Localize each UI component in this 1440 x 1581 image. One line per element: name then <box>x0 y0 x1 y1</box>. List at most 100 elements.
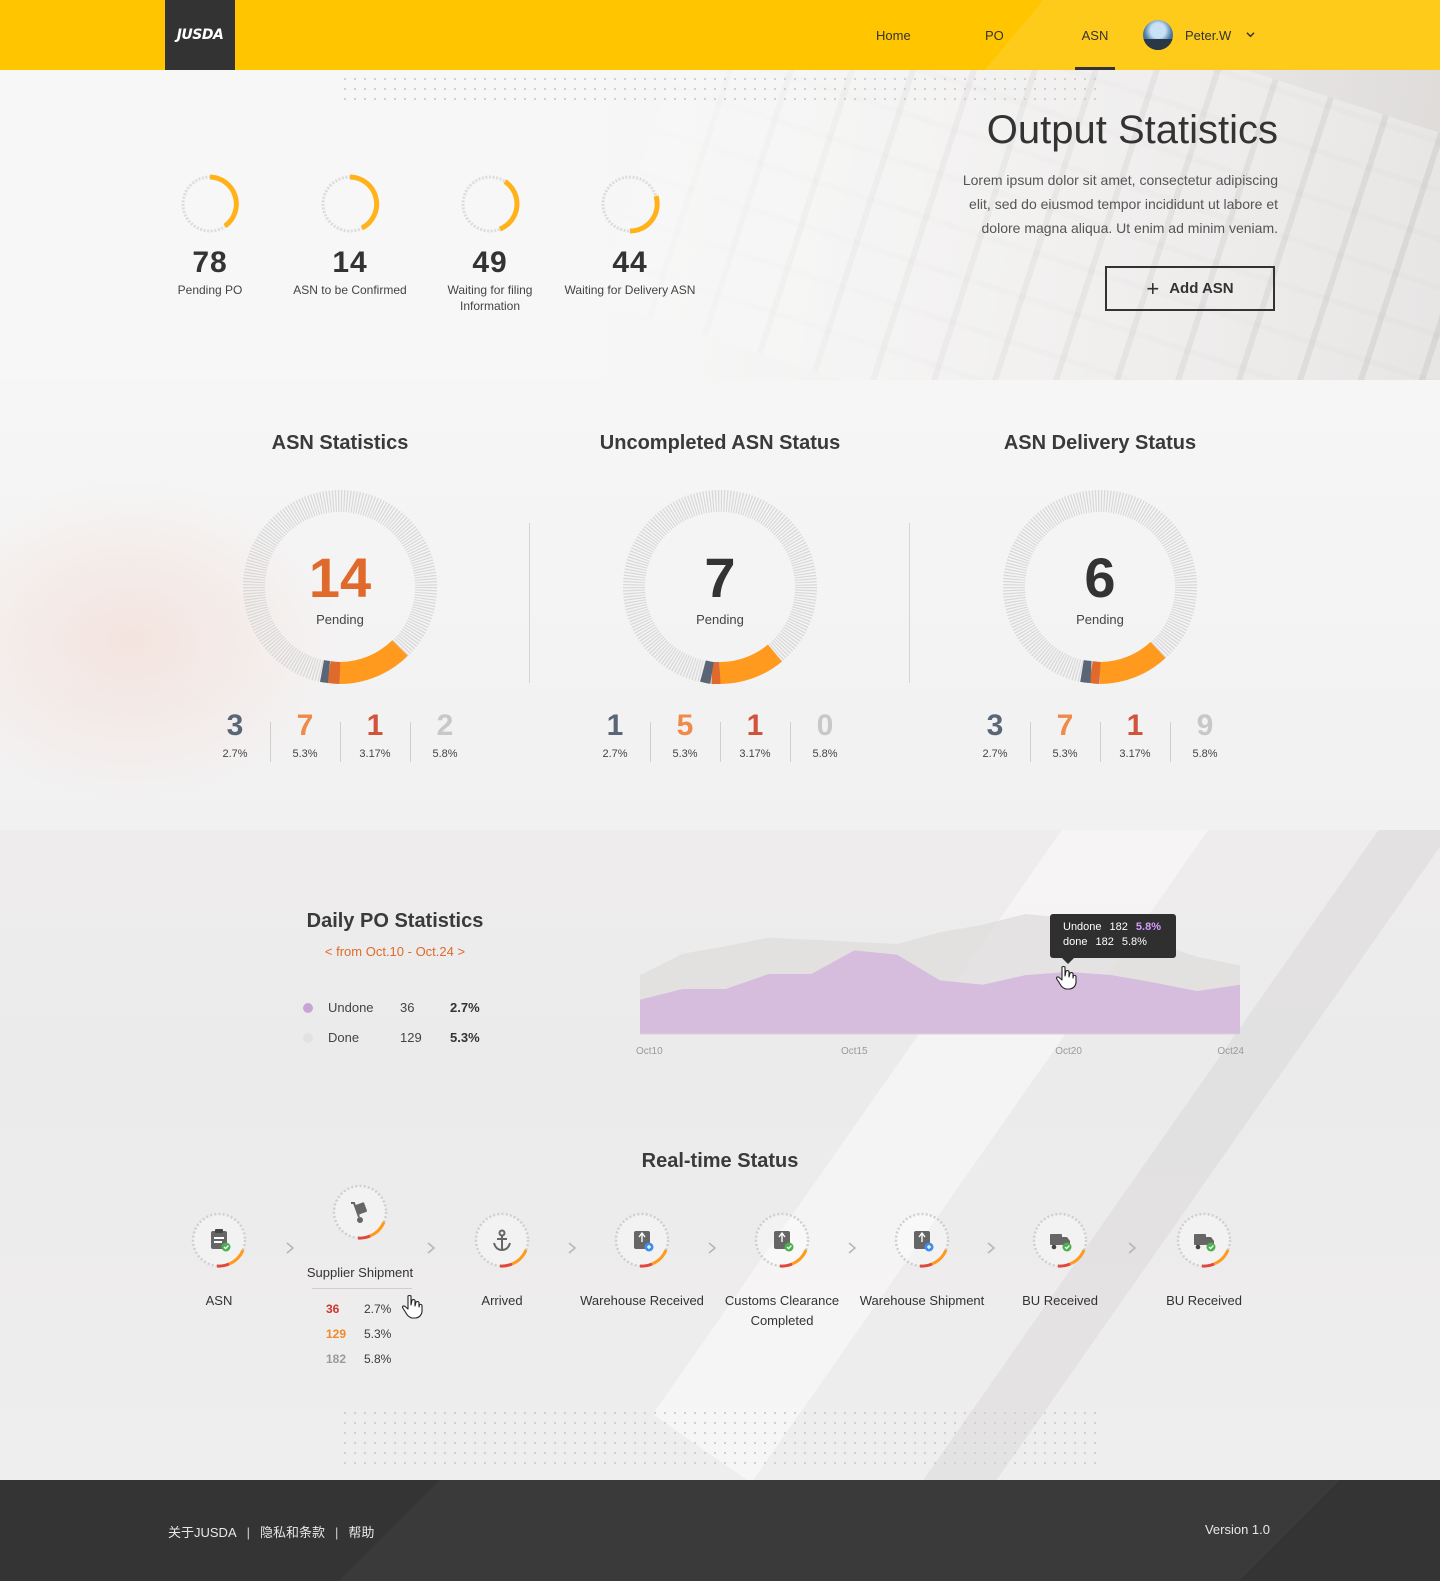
customs-cleared-icon <box>754 1212 810 1268</box>
step-label: Supplier Shipment <box>280 1263 440 1283</box>
kpi-value: 49 <box>472 246 508 279</box>
footer: 关于JUSDA | 隐私和条款 | 帮助 Version 1.0 <box>0 1480 1440 1581</box>
footer-stripe <box>260 1480 1360 1581</box>
warehouse-received-icon <box>614 1212 670 1268</box>
hero-section: 78 Pending PO 14 ASN to be Confirmed 49 … <box>0 70 1440 380</box>
sub-stat: 1 3.17% <box>1100 709 1170 761</box>
nav-home[interactable]: Home <box>876 0 911 70</box>
legend-count: 129 <box>400 1030 422 1045</box>
step-label-text: BU Received <box>1166 1293 1242 1308</box>
legend-name: Undone <box>328 1000 374 1015</box>
avatar[interactable] <box>1143 20 1173 50</box>
chart-tooltip: Undone 182 5.8% done 182 5.8% <box>1050 914 1176 964</box>
sub-stat: 9 5.8% <box>1170 710 1240 761</box>
nav-po[interactable]: PO <box>985 0 1004 70</box>
detail-row: 182 5.8% <box>326 1347 391 1372</box>
kpi-pending-po[interactable]: 78 Pending PO <box>140 174 280 298</box>
step-label: BU Received <box>1124 1291 1284 1311</box>
step-warehouse-shipment[interactable] <box>892 1210 952 1275</box>
sub-value: 3 <box>226 709 244 742</box>
sub-percent: 3.17% <box>359 748 391 760</box>
footer-link-about[interactable]: 关于JUSDA <box>168 1525 237 1540</box>
detail-count: 182 <box>326 1352 347 1366</box>
step-bu-received[interactable] <box>1174 1210 1234 1275</box>
sub-value: 1 <box>1126 709 1144 742</box>
detail-row: 129 5.3% <box>326 1322 391 1347</box>
legend-percent: 5.3% <box>450 1030 480 1045</box>
chevron-right-icon <box>427 1242 436 1254</box>
kpi-label: ASN to be Confirmed <box>293 283 407 297</box>
step-label-text: Warehouse Received <box>580 1293 704 1308</box>
kpi-asn-to-confirm[interactable]: 14 ASN to be Confirmed <box>280 174 420 298</box>
chevron-right-icon <box>286 1242 294 1254</box>
clipboard-check-icon <box>191 1212 247 1268</box>
sub-percent: 2.7% <box>222 748 248 760</box>
footer-link-help[interactable]: 帮助 <box>348 1525 374 1540</box>
chevron-down-icon[interactable] <box>1246 30 1255 39</box>
sub-stat: 7 5.3% <box>1030 709 1100 761</box>
kpi-ring <box>461 175 520 233</box>
sub-stat: 7 5.3% <box>270 710 340 761</box>
sub-value: 3 <box>986 709 1004 742</box>
detail-percent: 2.7% <box>364 1302 392 1316</box>
kpi-value: 14 <box>332 246 368 279</box>
step-arrived[interactable] <box>472 1210 532 1275</box>
legend-name: Done <box>328 1030 360 1045</box>
jusda-logo[interactable]: JUSDA <box>165 0 235 70</box>
tooltip-percent: 5.8% <box>1135 921 1161 933</box>
sub-percent: 2.7% <box>602 748 628 760</box>
tooltip-label: done <box>1063 936 1088 948</box>
step-supplier-shipment[interactable] <box>330 1182 390 1247</box>
page-title: Output Statistics <box>986 108 1278 152</box>
user-name[interactable]: Peter.W <box>1185 28 1231 43</box>
sub-percent: 2.7% <box>982 748 1008 760</box>
card-title: ASN Delivery Status <box>1003 432 1197 454</box>
date-range-selector[interactable]: < from Oct.10 - Oct.24 > <box>230 944 560 959</box>
add-asn-button[interactable]: + Add ASN <box>1105 266 1275 311</box>
detail-percent: 5.3% <box>364 1327 392 1341</box>
step-customs-clearance-completed[interactable] <box>752 1210 812 1275</box>
pending-count: 6 <box>1084 546 1116 609</box>
step-warehouse-received[interactable] <box>612 1210 672 1275</box>
shipment-detail-list: 36 2.7% 129 5.3% 182 5.8% <box>326 1297 391 1372</box>
chevron-right-icon <box>568 1242 577 1254</box>
tooltip-count: 182 <box>1109 921 1128 933</box>
kpi-waiting-delivery[interactable]: 44 Waiting for Delivery ASN <box>560 174 700 298</box>
kpi-waiting-filing[interactable]: 49 Waiting for filing Information <box>420 174 560 314</box>
footer-link-privacy[interactable]: 隐私和条款 <box>260 1525 325 1540</box>
chevron-right-icon <box>708 1242 717 1254</box>
card-title: Uncompleted ASN Status <box>599 432 841 454</box>
nav-asn[interactable]: ASN <box>1075 0 1115 70</box>
kpi-value: 44 <box>612 246 648 279</box>
hand-cursor-icon <box>401 1294 423 1319</box>
daily-po-title: Daily PO Statistics <box>306 910 484 932</box>
step-bu-received[interactable] <box>1030 1210 1090 1275</box>
footer-links: 关于JUSDA | 隐私和条款 | 帮助 <box>168 1522 384 1541</box>
plus-icon: + <box>1146 275 1160 301</box>
sub-stat: 1 2.7% <box>580 709 650 761</box>
x-tick-label: Oct20 <box>1055 1046 1082 1057</box>
anchor-icon <box>474 1212 530 1268</box>
daily-po-area-chart[interactable]: Oct10 Oct15 Oct20 Oct24 <box>630 870 1250 1070</box>
step-label: ASN <box>139 1291 299 1311</box>
sub-percent: 5.8% <box>812 748 838 760</box>
legend-dot <box>303 1033 313 1043</box>
kpi-label: Waiting for filing Information <box>447 283 533 313</box>
step-label-text: Supplier Shipment <box>306 1265 414 1280</box>
sub-value: 1 <box>366 709 384 742</box>
detail-count: 129 <box>326 1327 347 1341</box>
kpi-label: Pending PO <box>177 283 243 297</box>
warehouse-shipment-icon <box>894 1212 950 1268</box>
step-label-text: Arrived <box>481 1293 523 1308</box>
detail-percent: 5.8% <box>364 1352 392 1366</box>
detail-row: 36 2.7% <box>326 1297 391 1322</box>
sub-stat: 5 5.3% <box>650 710 720 761</box>
sub-value: 7 <box>1056 709 1074 742</box>
step-asn[interactable] <box>189 1210 249 1275</box>
sub-value: 1 <box>606 709 624 742</box>
detail-divider <box>312 1288 412 1289</box>
sub-stat: 3 2.7% <box>200 709 270 761</box>
tooltip-label: Undone <box>1063 921 1102 933</box>
chevron-right-icon <box>848 1242 857 1254</box>
sub-percent: 3.17% <box>1119 748 1151 760</box>
